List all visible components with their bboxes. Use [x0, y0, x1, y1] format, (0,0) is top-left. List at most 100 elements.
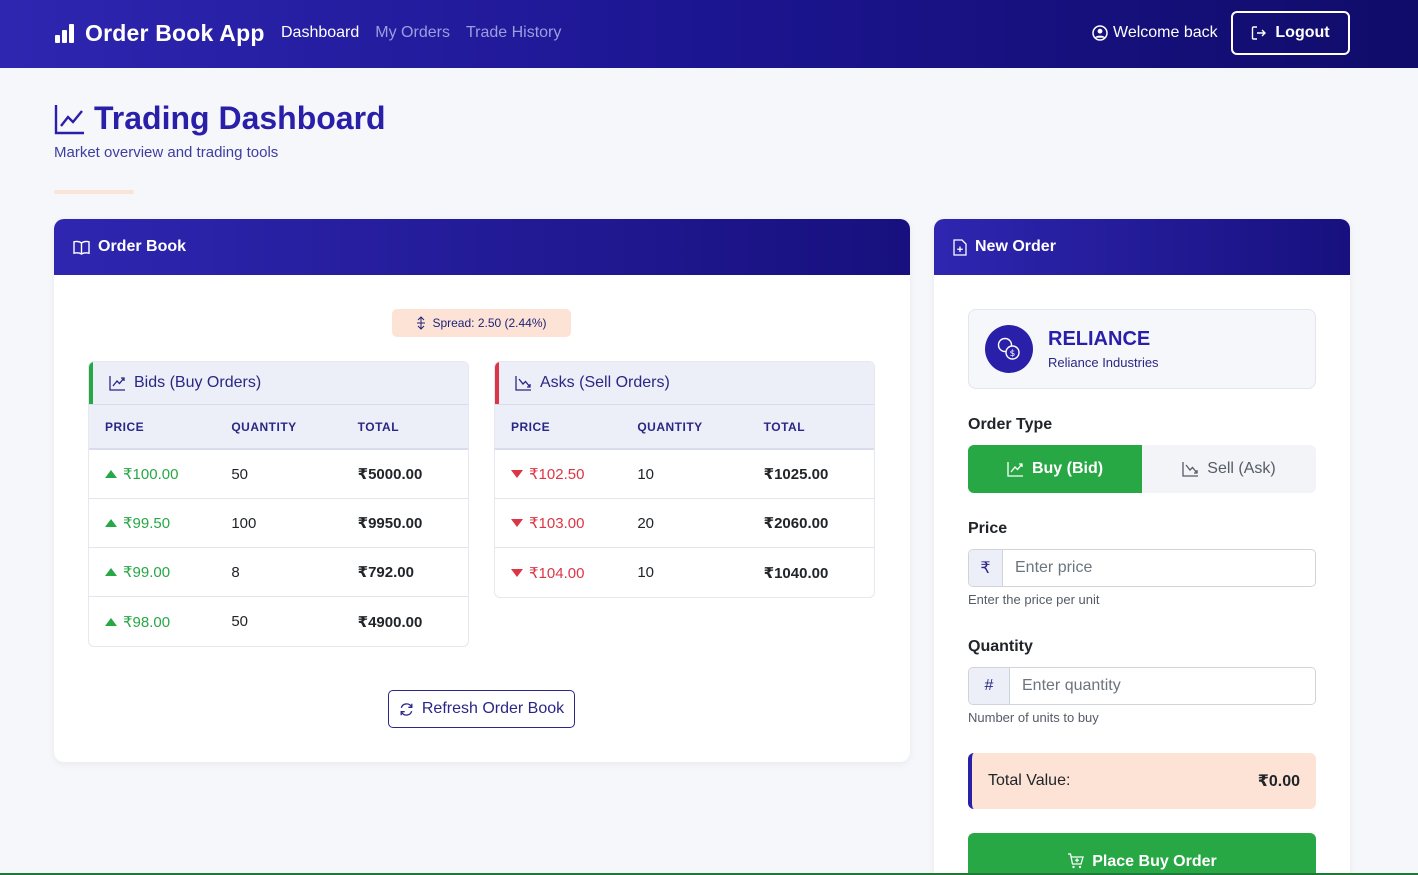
graph-down-icon: [1182, 462, 1199, 477]
bids-col-price: PRICE: [105, 419, 145, 434]
asks-title: Asks (Sell Orders): [495, 362, 874, 404]
welcome-text: Welcome back: [1113, 24, 1218, 41]
place-order-label: Place Buy Order: [1092, 853, 1217, 870]
bar-chart-icon: [55, 24, 74, 43]
asks-col-price: PRICE: [511, 419, 551, 434]
nav-link-my-orders[interactable]: My Orders: [375, 24, 450, 42]
logout-icon: [1252, 26, 1267, 40]
price-input[interactable]: [1003, 550, 1315, 586]
caret-down-icon: [511, 470, 523, 478]
order-book-card: Order Book Spread: 2.50 (2.44%) Bids (Bu…: [54, 219, 910, 762]
bids-col-quantity: QUANTITY: [231, 419, 297, 434]
bid-total: ₹792.00: [357, 564, 414, 581]
caret-down-icon: [511, 568, 523, 577]
bid-price: ₹99.50: [89, 514, 215, 532]
logout-button[interactable]: Logout: [1231, 11, 1350, 55]
ask-quantity: 20: [637, 514, 655, 532]
order-type-toggle: Buy (Bid) Sell (Ask): [968, 445, 1316, 493]
cart-plus-icon: [1068, 853, 1085, 869]
bid-price-value: ₹99.00: [123, 564, 171, 581]
quantity-input-group: #: [968, 667, 1316, 705]
ask-quantity: 10: [637, 465, 655, 483]
price-help: Enter the price per unit: [968, 592, 1100, 607]
quantity-prefix: #: [969, 668, 1010, 704]
brand-name: Order Book App: [85, 20, 265, 46]
new-order-card: New Order $ RELIANCE Reliance Industries…: [934, 219, 1350, 875]
bid-price-value: ₹99.50: [123, 515, 171, 532]
bid-row[interactable]: ₹99.50 100 ₹9950.00: [89, 499, 468, 548]
graph-up-icon: [1007, 462, 1023, 477]
stock-name: Reliance Industries: [1048, 355, 1159, 370]
ask-price-value: ₹103.00: [529, 515, 585, 532]
order-type-label: Order Type: [968, 416, 1053, 433]
bid-price: ₹100.00: [89, 465, 215, 483]
bid-row[interactable]: ₹100.00 50 ₹5000.00: [89, 450, 468, 499]
ask-row[interactable]: ₹102.50 10 ₹1025.00: [495, 450, 874, 499]
welcome-user[interactable]: Welcome back: [1092, 24, 1218, 42]
sell-toggle-label: Sell (Ask): [1207, 460, 1276, 477]
caret-up-icon: [105, 568, 117, 576]
quantity-input[interactable]: [1010, 668, 1315, 704]
spread-arrows-icon: [417, 316, 426, 330]
page-subtitle: Market overview and trading tools: [54, 144, 279, 161]
refresh-icon: [400, 702, 413, 716]
ask-total: ₹1040.00: [763, 564, 829, 582]
ask-row[interactable]: ₹104.00 10 ₹1040.00: [495, 548, 874, 597]
quantity-label: Quantity: [968, 638, 1033, 655]
asks-col-total: TOTAL: [763, 419, 806, 434]
caret-up-icon: [105, 519, 117, 527]
bids-col-total: TOTAL: [357, 419, 400, 434]
bid-total: ₹5000.00: [357, 466, 423, 483]
bids-rows: ₹100.00 50 ₹5000.00 ₹99.50 100 ₹9950.00 …: [89, 450, 468, 646]
svg-text:$: $: [1010, 349, 1016, 359]
brand[interactable]: Order Book App: [54, 20, 265, 47]
refresh-label: Refresh Order Book: [421, 700, 565, 717]
asks-rows: ₹102.50 10 ₹1025.00 ₹103.00 20 ₹2060.00 …: [495, 450, 874, 597]
bid-price: ₹98.00: [89, 613, 215, 631]
bid-quantity: 8: [231, 563, 240, 581]
quantity-help: Number of units to buy: [968, 710, 1099, 725]
bid-price: ₹99.00: [89, 563, 215, 581]
bid-total: ₹4900.00: [357, 613, 423, 631]
buy-toggle-button[interactable]: Buy (Bid): [968, 445, 1142, 493]
ask-row[interactable]: ₹103.00 20 ₹2060.00: [495, 499, 874, 548]
file-plus-icon: [953, 238, 967, 256]
ask-total: ₹1025.00: [763, 466, 829, 483]
total-value-label: Total Value:: [988, 772, 1071, 789]
ask-price: ₹104.00: [495, 564, 621, 582]
graph-up-icon: [109, 376, 125, 391]
bid-row[interactable]: ₹99.00 8 ₹792.00: [89, 548, 468, 597]
graph-down-icon: [515, 376, 531, 391]
asks-table-header: PRICE QUANTITY TOTAL: [495, 404, 874, 450]
bids-title: Bids (Buy Orders): [89, 362, 468, 404]
spread-badge: Spread: 2.50 (2.44%): [392, 309, 571, 337]
refresh-order-book-button[interactable]: Refresh Order Book: [388, 690, 575, 728]
coins-icon: $: [997, 337, 1020, 360]
price-input-group: ₹: [968, 549, 1316, 587]
line-chart-icon: [54, 104, 84, 134]
new-order-title: New Order: [975, 238, 1056, 255]
ask-total: ₹2060.00: [763, 515, 829, 532]
total-value-box: Total Value: ₹0.00: [968, 753, 1316, 809]
asks-table: Asks (Sell Orders) PRICE QUANTITY TOTAL …: [494, 361, 875, 598]
price-label: Price: [968, 520, 1008, 537]
sell-toggle-button[interactable]: Sell (Ask): [1142, 445, 1316, 493]
bid-row[interactable]: ₹98.00 50 ₹4900.00: [89, 597, 468, 646]
nav-link-dashboard[interactable]: Dashboard: [281, 24, 359, 42]
bids-table-header: PRICE QUANTITY TOTAL: [89, 404, 468, 450]
order-book-header: Order Book: [54, 219, 910, 275]
bid-price-value: ₹100.00: [123, 466, 179, 483]
bid-quantity: 50: [231, 465, 249, 483]
bids-table: Bids (Buy Orders) PRICE QUANTITY TOTAL ₹…: [88, 361, 469, 647]
ask-price: ₹103.00: [495, 514, 621, 532]
order-book-title: Order Book: [98, 238, 187, 255]
nav-link-trade-history[interactable]: Trade History: [466, 24, 561, 42]
place-order-button[interactable]: Place Buy Order: [968, 833, 1316, 875]
asks-col-quantity: QUANTITY: [637, 419, 703, 434]
ask-price-value: ₹102.50: [529, 466, 585, 483]
stock-info: RELIANCE Reliance Industries: [1048, 328, 1159, 370]
book-icon: [73, 240, 90, 255]
page-title: Trading Dashboard: [54, 100, 386, 137]
ask-quantity: 10: [637, 564, 655, 581]
page-title-text: Trading Dashboard: [94, 100, 386, 136]
